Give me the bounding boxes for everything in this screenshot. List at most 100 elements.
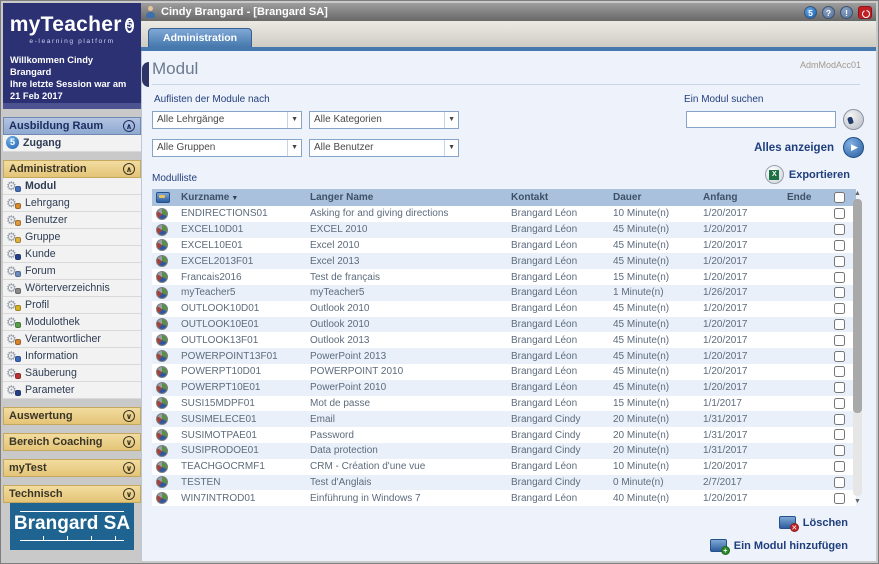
- sidebar-item-lehrgang[interactable]: ⚙ Lehrgang: [3, 194, 141, 212]
- table-row[interactable]: EXCEL10D01 EXCEL 2010 Brangard Léon 45 Minu…: [152, 221, 856, 238]
- delete-button[interactable]: ✕ Löschen: [778, 516, 848, 533]
- cell-icon: [152, 269, 177, 285]
- table-row[interactable]: OUTLOOK10E01 Outlook 2010 Brangard Léon 45 …: [152, 316, 856, 333]
- scrollbar-track[interactable]: [853, 199, 862, 497]
- row-checkbox[interactable]: [834, 255, 845, 267]
- table-row[interactable]: myTeacher5 myTeacher5 Brangard Léon 1 Minut…: [152, 284, 856, 301]
- table-row[interactable]: TESTEN Test d'Anglais Brangard Cindy 0 Minu…: [152, 474, 856, 491]
- table-row[interactable]: OUTLOOK10D01 Outlook 2010 Brangard Léon 45 …: [152, 300, 856, 317]
- table-row[interactable]: SUSIMELECE01 Email Brangard Cindy 20 Minute…: [152, 411, 856, 428]
- table-row[interactable]: POWERPT10D01 POWERPOINT 2010 Brangard Léon…: [152, 363, 856, 380]
- row-checkbox[interactable]: [834, 429, 845, 441]
- chevron-up-icon[interactable]: ∧: [123, 162, 135, 175]
- sidebar-item-forum[interactable]: ⚙ Forum: [3, 262, 141, 280]
- sidebar-section-auswertung[interactable]: Auswertung ∨: [3, 406, 141, 425]
- version-badge-icon[interactable]: 5: [804, 5, 817, 19]
- chevron-down-icon[interactable]: ∨: [123, 487, 135, 500]
- sidebar-section-technisch[interactable]: Technisch ∨: [3, 484, 141, 503]
- sidebar-section-mytest[interactable]: myTest ∨: [3, 458, 141, 477]
- sidebar-item-zugang[interactable]: 5 Zugang: [3, 134, 141, 152]
- sidebar-item-parameter[interactable]: ⚙ Parameter: [3, 381, 141, 399]
- table-row[interactable]: EXCEL10E01 Excel 2010 Brangard Léon 45 Minu…: [152, 237, 856, 254]
- dropdown-lehrgaenge[interactable]: Alle Lehrgänge ▼: [152, 110, 302, 129]
- sidebar-item-modulothek[interactable]: ⚙ Modulothek: [3, 313, 141, 331]
- row-checkbox[interactable]: [834, 492, 845, 504]
- sidebar-item-kunde[interactable]: ⚙ Kunde: [3, 245, 141, 263]
- row-checkbox[interactable]: [834, 461, 845, 473]
- row-checkbox[interactable]: [834, 224, 845, 236]
- sidebar-item-information[interactable]: ⚙ Information: [3, 347, 141, 365]
- col-header-ende[interactable]: Ende: [783, 189, 830, 206]
- export-button[interactable]: X Exportieren: [764, 165, 850, 184]
- sidebar-item-modul[interactable]: ⚙ Modul: [3, 177, 141, 195]
- row-checkbox[interactable]: [834, 239, 845, 251]
- sidebar-item-label: Forum: [25, 264, 56, 277]
- chevron-up-icon[interactable]: ∧: [123, 119, 135, 132]
- row-checkbox[interactable]: [834, 208, 845, 220]
- table-row[interactable]: POWERPOINT13F01 PowerPoint 2013 Brangard L…: [152, 348, 856, 364]
- table-row[interactable]: EXCEL2013F01 Excel 2013 Brangard Léon 45 Mi…: [152, 253, 856, 270]
- row-checkbox[interactable]: [834, 397, 845, 409]
- row-checkbox[interactable]: [834, 303, 845, 315]
- sidebar-item-benutzer[interactable]: ⚙ Benutzer: [3, 211, 141, 229]
- show-all-play-button[interactable]: ▶: [843, 137, 864, 158]
- application-window: myTeacher 5 e-learning platform Willkomm…: [0, 0, 879, 564]
- chevron-down-icon[interactable]: ∨: [123, 435, 135, 448]
- row-checkbox[interactable]: [834, 334, 845, 346]
- sidebar-item-verantwortlicher[interactable]: ⚙ Verantwortlicher: [3, 330, 141, 348]
- scroll-down-icon[interactable]: ▼: [854, 497, 861, 506]
- logout-power-icon[interactable]: [858, 5, 872, 19]
- table-scrollbar[interactable]: ▲ ▼: [851, 189, 864, 506]
- info-icon[interactable]: !: [840, 5, 853, 19]
- sidebar-section-ausbildung-raum[interactable]: Ausbildung Raum ∧: [3, 116, 141, 135]
- col-header-dauer[interactable]: Dauer: [609, 189, 699, 206]
- table-row[interactable]: SUSI15MDPF01 Mot de passe Brangard Léon 15 …: [152, 395, 856, 412]
- sidebar-item-label: Modulothek: [25, 315, 80, 328]
- welcome-line2: Ihre letzte Session war am 21 Feb 2017: [10, 79, 127, 102]
- help-icon[interactable]: ?: [822, 5, 835, 19]
- table-row[interactable]: POWERPT10E01 PowerPoint 2010 Brangard Léon…: [152, 379, 856, 396]
- table-row[interactable]: TEACHGOCRMF1 CRM - Création d'une vue Bran…: [152, 458, 856, 475]
- cell-anfang: 1/20/2017: [703, 366, 748, 378]
- sidebar-item-profil[interactable]: ⚙ Profil: [3, 296, 141, 314]
- sidebar-item-gruppe[interactable]: ⚙ Gruppe: [3, 228, 141, 246]
- row-checkbox[interactable]: [834, 445, 845, 457]
- select-all-checkbox[interactable]: [834, 191, 845, 203]
- row-checkbox[interactable]: [834, 350, 845, 362]
- scroll-up-icon[interactable]: ▲: [854, 189, 861, 198]
- sidebar-item-w-rterverzeichnis[interactable]: ⚙ Wörterverzeichnis: [3, 279, 141, 297]
- row-checkbox[interactable]: [834, 287, 845, 299]
- dropdown-benutzer[interactable]: Alle Benutzer ▼: [309, 138, 459, 157]
- module-icon: [156, 255, 168, 268]
- scrollbar-thumb[interactable]: [853, 199, 862, 413]
- table-row[interactable]: OUTLOOK13F01 Outlook 2013 Brangard Léon 45 …: [152, 332, 856, 349]
- chevron-down-icon[interactable]: ∨: [123, 409, 135, 422]
- col-header-anfang[interactable]: Anfang: [699, 189, 783, 206]
- row-checkbox[interactable]: [834, 382, 845, 394]
- table-row[interactable]: WIN7INTROD01 Einführung in Windows 7 Brang…: [152, 490, 856, 507]
- row-checkbox[interactable]: [834, 366, 845, 378]
- module-search-input[interactable]: [686, 111, 836, 128]
- table-row[interactable]: ENDIRECTIONS01 Asking for and giving dire…: [152, 206, 856, 222]
- add-module-button[interactable]: + Ein Modul hinzufügen: [709, 539, 848, 556]
- col-header-kurzname[interactable]: Kurzname ▼: [177, 189, 306, 206]
- tab-administration[interactable]: Administration: [148, 28, 253, 47]
- col-header-langer-name[interactable]: Langer Name: [306, 189, 507, 206]
- sidebar-section-bereich-coaching[interactable]: Bereich Coaching ∨: [3, 432, 141, 451]
- table-row[interactable]: SUSIMOTPAE01 Password Brangard Cindy 20 Min…: [152, 427, 856, 443]
- table-row[interactable]: SUSIPRODOE01 Data protection Brangard Cind…: [152, 442, 856, 459]
- dropdown-kategorien[interactable]: Alle Kategorien ▼: [309, 110, 459, 129]
- sidebar-section-administration[interactable]: Administration ∧: [3, 159, 141, 178]
- row-checkbox[interactable]: [834, 413, 845, 425]
- chevron-down-icon[interactable]: ∨: [123, 461, 135, 474]
- collapse-sidebar-handle[interactable]: [142, 62, 149, 87]
- dropdown-gruppen[interactable]: Alle Gruppen ▼: [152, 138, 302, 157]
- col-header-kontakt[interactable]: Kontakt: [507, 189, 609, 206]
- table-row[interactable]: Francais2016 Test de français Brangard Léo…: [152, 269, 856, 285]
- sidebar-item-s-uberung[interactable]: ⚙ Säuberung: [3, 364, 141, 382]
- search-binoculars-icon[interactable]: [843, 109, 864, 130]
- row-checkbox[interactable]: [834, 271, 845, 283]
- row-checkbox[interactable]: [834, 476, 845, 488]
- sort-desc-icon: ▼: [231, 195, 239, 202]
- row-checkbox[interactable]: [834, 318, 845, 330]
